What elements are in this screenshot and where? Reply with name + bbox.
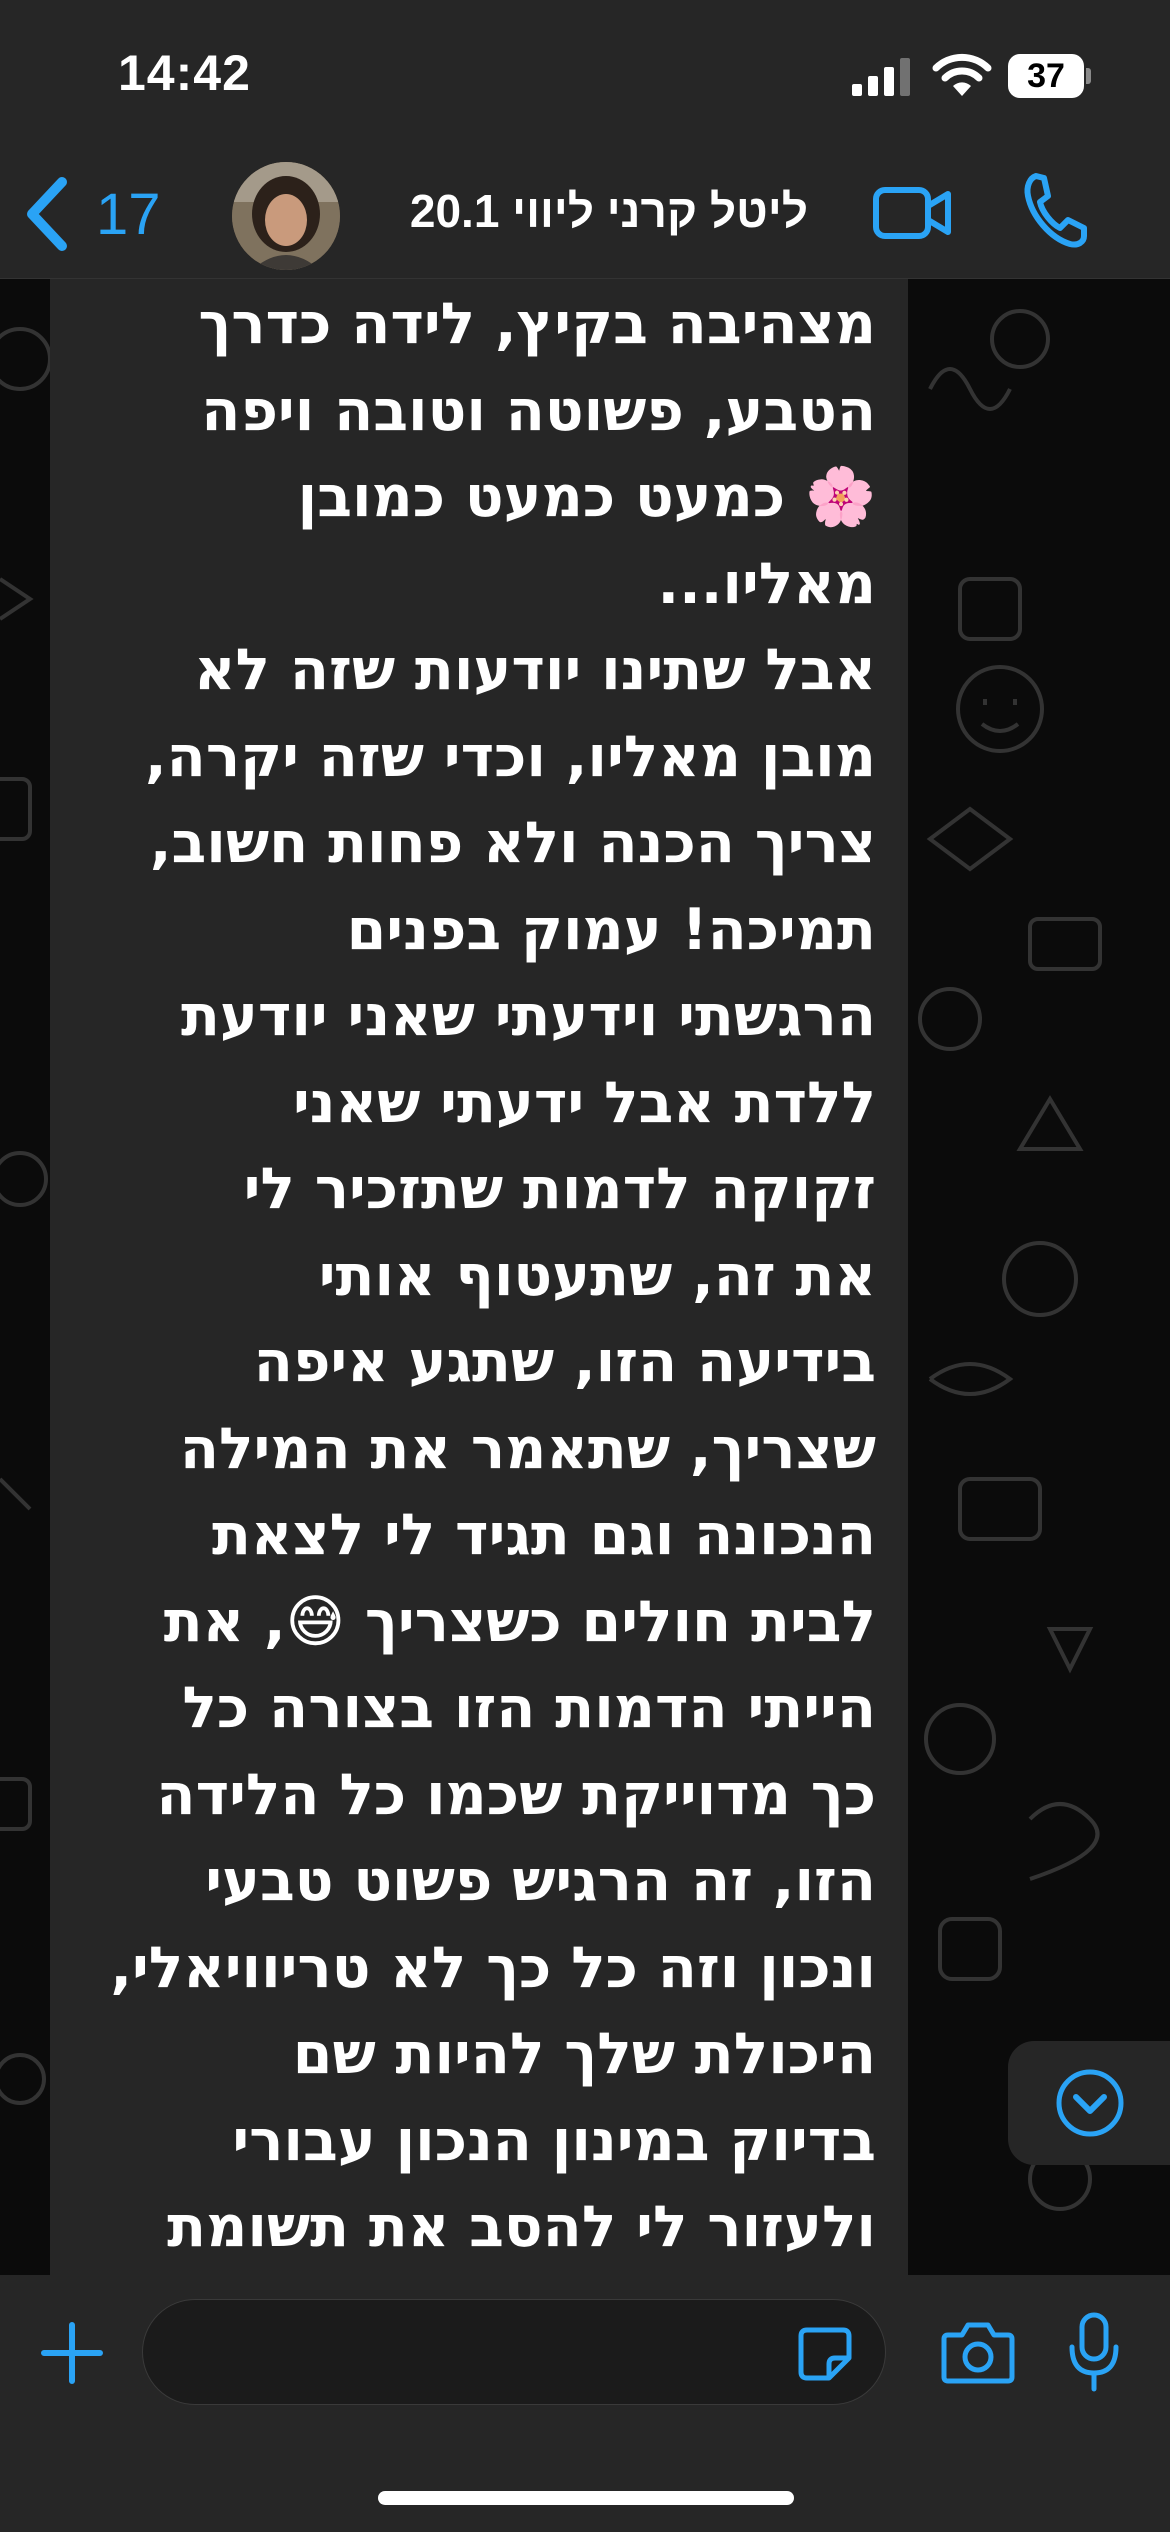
avatar-image [232,162,340,270]
unread-count: 17 [96,181,161,247]
status-bar: 14:42 37 [0,0,1170,150]
chevron-down-circle-icon [1056,2069,1124,2137]
home-indicator[interactable] [378,2491,794,2505]
battery-tip [1086,68,1091,84]
video-camera-icon[interactable] [872,180,952,246]
battery-level: 37 [1008,54,1084,98]
scroll-down-button[interactable] [1008,2041,1170,2165]
chat-header: 17 ליטל קרני ליווי 20.1 [0,150,1170,279]
back-button[interactable]: 17 [22,164,182,264]
phone-icon[interactable] [1022,170,1088,250]
battery-icon: 37 [1008,54,1092,98]
microphone-icon[interactable] [1068,2311,1120,2393]
status-time: 14:42 [118,45,251,101]
message-bubble[interactable]: מצהיבה בקיץ, לידה כדרך הטבע, פשוטה וטובה… [50,279,908,2275]
input-bar [0,2275,1170,2532]
plus-icon[interactable] [40,2321,104,2385]
message-input[interactable] [179,2300,743,2406]
avatar[interactable] [232,162,340,270]
contact-name[interactable]: ליטל קרני ליווי 20.1 [368,176,808,246]
chat-area[interactable]: מצהיבה בקיץ, לידה כדרך הטבע, פשוטה וטובה… [0,279,1170,2275]
signal-icon [852,58,910,96]
chevron-left-icon [27,177,67,251]
wifi-icon [932,53,992,96]
camera-icon[interactable] [940,2319,1016,2385]
sticker-icon[interactable] [795,2324,855,2384]
message-input-field[interactable] [142,2299,886,2406]
message-text: מצהיבה בקיץ, לידה כדרך הטבע, פשוטה וטובה… [110,291,876,2260]
